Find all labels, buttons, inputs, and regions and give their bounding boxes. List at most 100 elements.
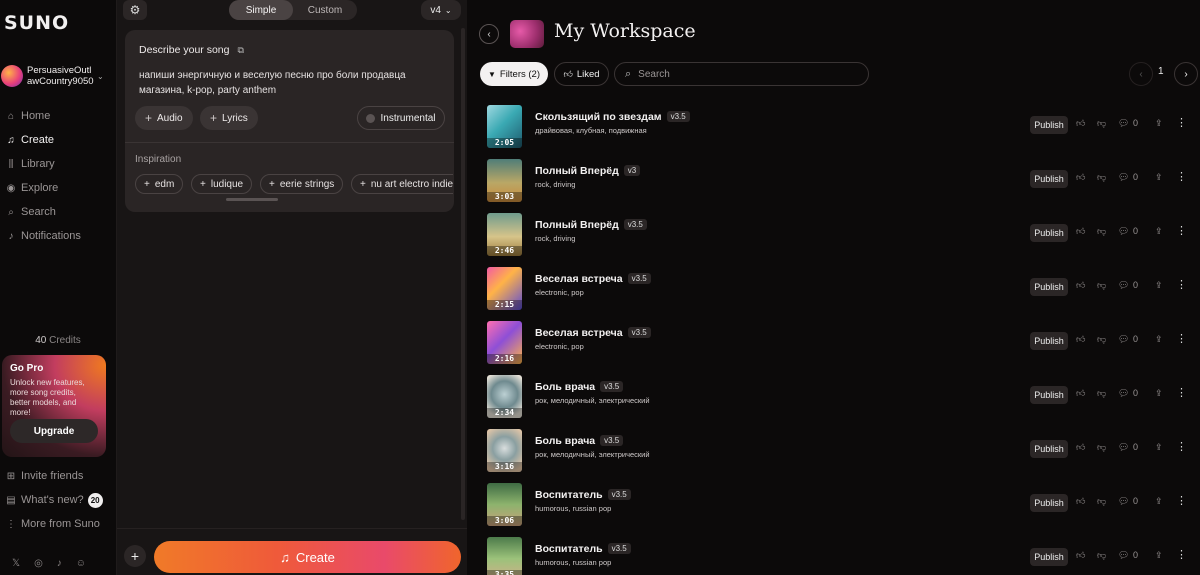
comment-icon[interactable]: 💬︎ <box>1118 388 1129 399</box>
song-row[interactable]: 3:16 Боль врача v3.5 рок, мелодичный, элект… <box>467 429 1200 477</box>
song-row[interactable]: 2:46 Полный Вперёд v3.5 rock, driving Publis… <box>467 213 1200 261</box>
back-button[interactable]: ‹ <box>479 24 499 44</box>
instagram-icon[interactable]: ◎ <box>34 558 43 569</box>
share-icon[interactable]: ⇪ <box>1155 550 1163 561</box>
more-options-icon[interactable]: ⋮ <box>1176 494 1187 507</box>
song-title[interactable]: Полный Вперёд <box>535 165 619 177</box>
share-icon[interactable]: ⇪ <box>1155 334 1163 345</box>
next-page-button[interactable]: › <box>1174 62 1198 86</box>
song-tags[interactable]: рок, мелодичный, электрический <box>535 396 650 405</box>
thumbs-down-icon[interactable]: 👎︎ <box>1097 496 1106 507</box>
song-tags[interactable]: rock, driving <box>535 234 575 243</box>
song-cover[interactable]: 3:06 <box>487 483 522 526</box>
upgrade-button[interactable]: Upgrade <box>10 419 98 443</box>
publish-button[interactable]: Publish <box>1030 386 1068 404</box>
nav-item-search[interactable]: ⌕ Search <box>0 200 116 224</box>
song-cover[interactable]: 2:34 <box>487 375 522 418</box>
nav-item-home[interactable]: ⌂ Home <box>0 104 116 128</box>
tiktok-icon[interactable]: ♪ <box>57 558 62 569</box>
song-cover[interactable]: 3:16 <box>487 429 522 472</box>
thumbs-down-icon[interactable]: 👎︎ <box>1097 172 1106 183</box>
song-title[interactable]: Скользящий по звездам <box>535 111 662 123</box>
nav-item-explore[interactable]: ◉ Explore <box>0 176 116 200</box>
nav-item-what-s-new[interactable]: ▤ What's new? 20 <box>0 488 116 512</box>
create-button[interactable]: ♫ Create <box>154 541 461 573</box>
more-options-icon[interactable]: ⋮ <box>1176 386 1187 399</box>
nav-item-more-from-suno[interactable]: ⋮ More from Suno <box>0 512 116 536</box>
model-version-select[interactable]: v4 ⌄ <box>421 0 461 20</box>
thumbs-down-icon[interactable]: 👎︎ <box>1097 226 1106 237</box>
more-options-icon[interactable]: ⋮ <box>1176 224 1187 237</box>
song-cover[interactable]: 3:35 <box>487 537 522 575</box>
song-title[interactable]: Воспитатель <box>535 489 603 501</box>
thumbs-up-icon[interactable]: 👍︎ <box>1076 172 1085 183</box>
share-icon[interactable]: ⇪ <box>1155 118 1163 129</box>
song-description-input[interactable]: напиши энергичную и веселую песню про бо… <box>139 68 429 98</box>
inspiration-chip[interactable]: + ludique <box>191 174 253 194</box>
lyrics-button[interactable]: + Lyrics <box>200 106 258 130</box>
share-icon[interactable]: ⇪ <box>1155 442 1163 453</box>
liked-button[interactable]: 👍︎ Liked <box>554 62 609 86</box>
profile-menu[interactable]: PersuasiveOutlawCountry9050 ⌄ <box>0 62 116 90</box>
share-icon[interactable]: ⇪ <box>1155 496 1163 507</box>
comment-icon[interactable]: 💬︎ <box>1118 226 1129 237</box>
song-title[interactable]: Боль врача <box>535 435 595 447</box>
share-icon[interactable]: ⇪ <box>1155 388 1163 399</box>
thumbs-down-icon[interactable]: 👎︎ <box>1097 280 1106 291</box>
nav-item-invite-friends[interactable]: ⊞ Invite friends <box>0 464 116 488</box>
add-button[interactable]: + <box>124 545 146 567</box>
suno-logo[interactable]: SUNO <box>4 12 69 34</box>
inspiration-chip[interactable]: + nu art electro indie <box>351 174 453 194</box>
share-icon[interactable]: ⇪ <box>1155 226 1163 237</box>
audio-button[interactable]: + Audio <box>135 106 193 130</box>
song-tags[interactable]: electronic, pop <box>535 288 584 297</box>
more-options-icon[interactable]: ⋮ <box>1176 278 1187 291</box>
song-tags[interactable]: рок, мелодичный, электрический <box>535 450 650 459</box>
publish-button[interactable]: Publish <box>1030 278 1068 296</box>
nav-item-library[interactable]: ⫼ Library <box>0 152 116 176</box>
instrumental-toggle[interactable]: Instrumental <box>357 106 445 130</box>
mode-custom[interactable]: Custom <box>293 0 357 20</box>
inspiration-scrollbar[interactable] <box>226 198 278 201</box>
thumbs-up-icon[interactable]: 👍︎ <box>1076 280 1085 291</box>
publish-button[interactable]: Publish <box>1030 224 1068 242</box>
comment-icon[interactable]: 💬︎ <box>1118 118 1129 129</box>
song-title[interactable]: Боль врача <box>535 381 595 393</box>
prev-page-button[interactable]: ‹ <box>1129 62 1153 86</box>
composer-scrollbar[interactable] <box>461 28 465 520</box>
song-title[interactable]: Воспитатель <box>535 543 603 555</box>
more-options-icon[interactable]: ⋮ <box>1176 116 1187 129</box>
comment-icon[interactable]: 💬︎ <box>1118 550 1129 561</box>
song-title[interactable]: Веселая встреча <box>535 327 623 339</box>
inspiration-chip[interactable]: + edm <box>135 174 184 194</box>
publish-button[interactable]: Publish <box>1030 170 1068 188</box>
share-icon[interactable]: ⇪ <box>1155 172 1163 183</box>
thumbs-down-icon[interactable]: 👎︎ <box>1097 388 1106 399</box>
song-title[interactable]: Веселая встреча <box>535 273 623 285</box>
song-row[interactable]: 2:16 Веселая встреча v3.5 electronic, pop Pu… <box>467 321 1200 369</box>
song-cover[interactable]: 2:15 <box>487 267 522 310</box>
sparkle-icon[interactable]: ⧉ <box>237 45 243 56</box>
song-row[interactable]: 2:05 Скользящий по звездам v3.5 драйвовая, … <box>467 105 1200 153</box>
comment-icon[interactable]: 💬︎ <box>1118 334 1129 345</box>
song-tags[interactable]: electronic, pop <box>535 342 584 351</box>
publish-button[interactable]: Publish <box>1030 548 1068 566</box>
inspiration-chip[interactable]: + eerie strings <box>260 174 344 194</box>
song-row[interactable]: 3:03 Полный Вперёд v3 rock, driving Publish 👍… <box>467 159 1200 207</box>
comment-icon[interactable]: 💬︎ <box>1118 280 1129 291</box>
thumbs-down-icon[interactable]: 👎︎ <box>1097 118 1106 129</box>
search-input[interactable] <box>638 68 839 80</box>
song-tags[interactable]: humorous, russian pop <box>535 504 611 513</box>
more-options-icon[interactable]: ⋮ <box>1176 548 1187 561</box>
thumbs-down-icon[interactable]: 👎︎ <box>1097 442 1106 453</box>
song-tags[interactable]: драйвовая, клубная, подвижная <box>535 126 647 135</box>
thumbs-up-icon[interactable]: 👍︎ <box>1076 226 1085 237</box>
nav-item-notifications[interactable]: ♪ Notifications <box>0 224 116 248</box>
thumbs-up-icon[interactable]: 👍︎ <box>1076 496 1085 507</box>
thumbs-up-icon[interactable]: 👍︎ <box>1076 118 1085 129</box>
publish-button[interactable]: Publish <box>1030 494 1068 512</box>
song-title[interactable]: Полный Вперёд <box>535 219 619 231</box>
more-options-icon[interactable]: ⋮ <box>1176 332 1187 345</box>
song-row[interactable]: 3:06 Воспитатель v3.5 humorous, russian pop… <box>467 483 1200 531</box>
song-cover[interactable]: 2:16 <box>487 321 522 364</box>
